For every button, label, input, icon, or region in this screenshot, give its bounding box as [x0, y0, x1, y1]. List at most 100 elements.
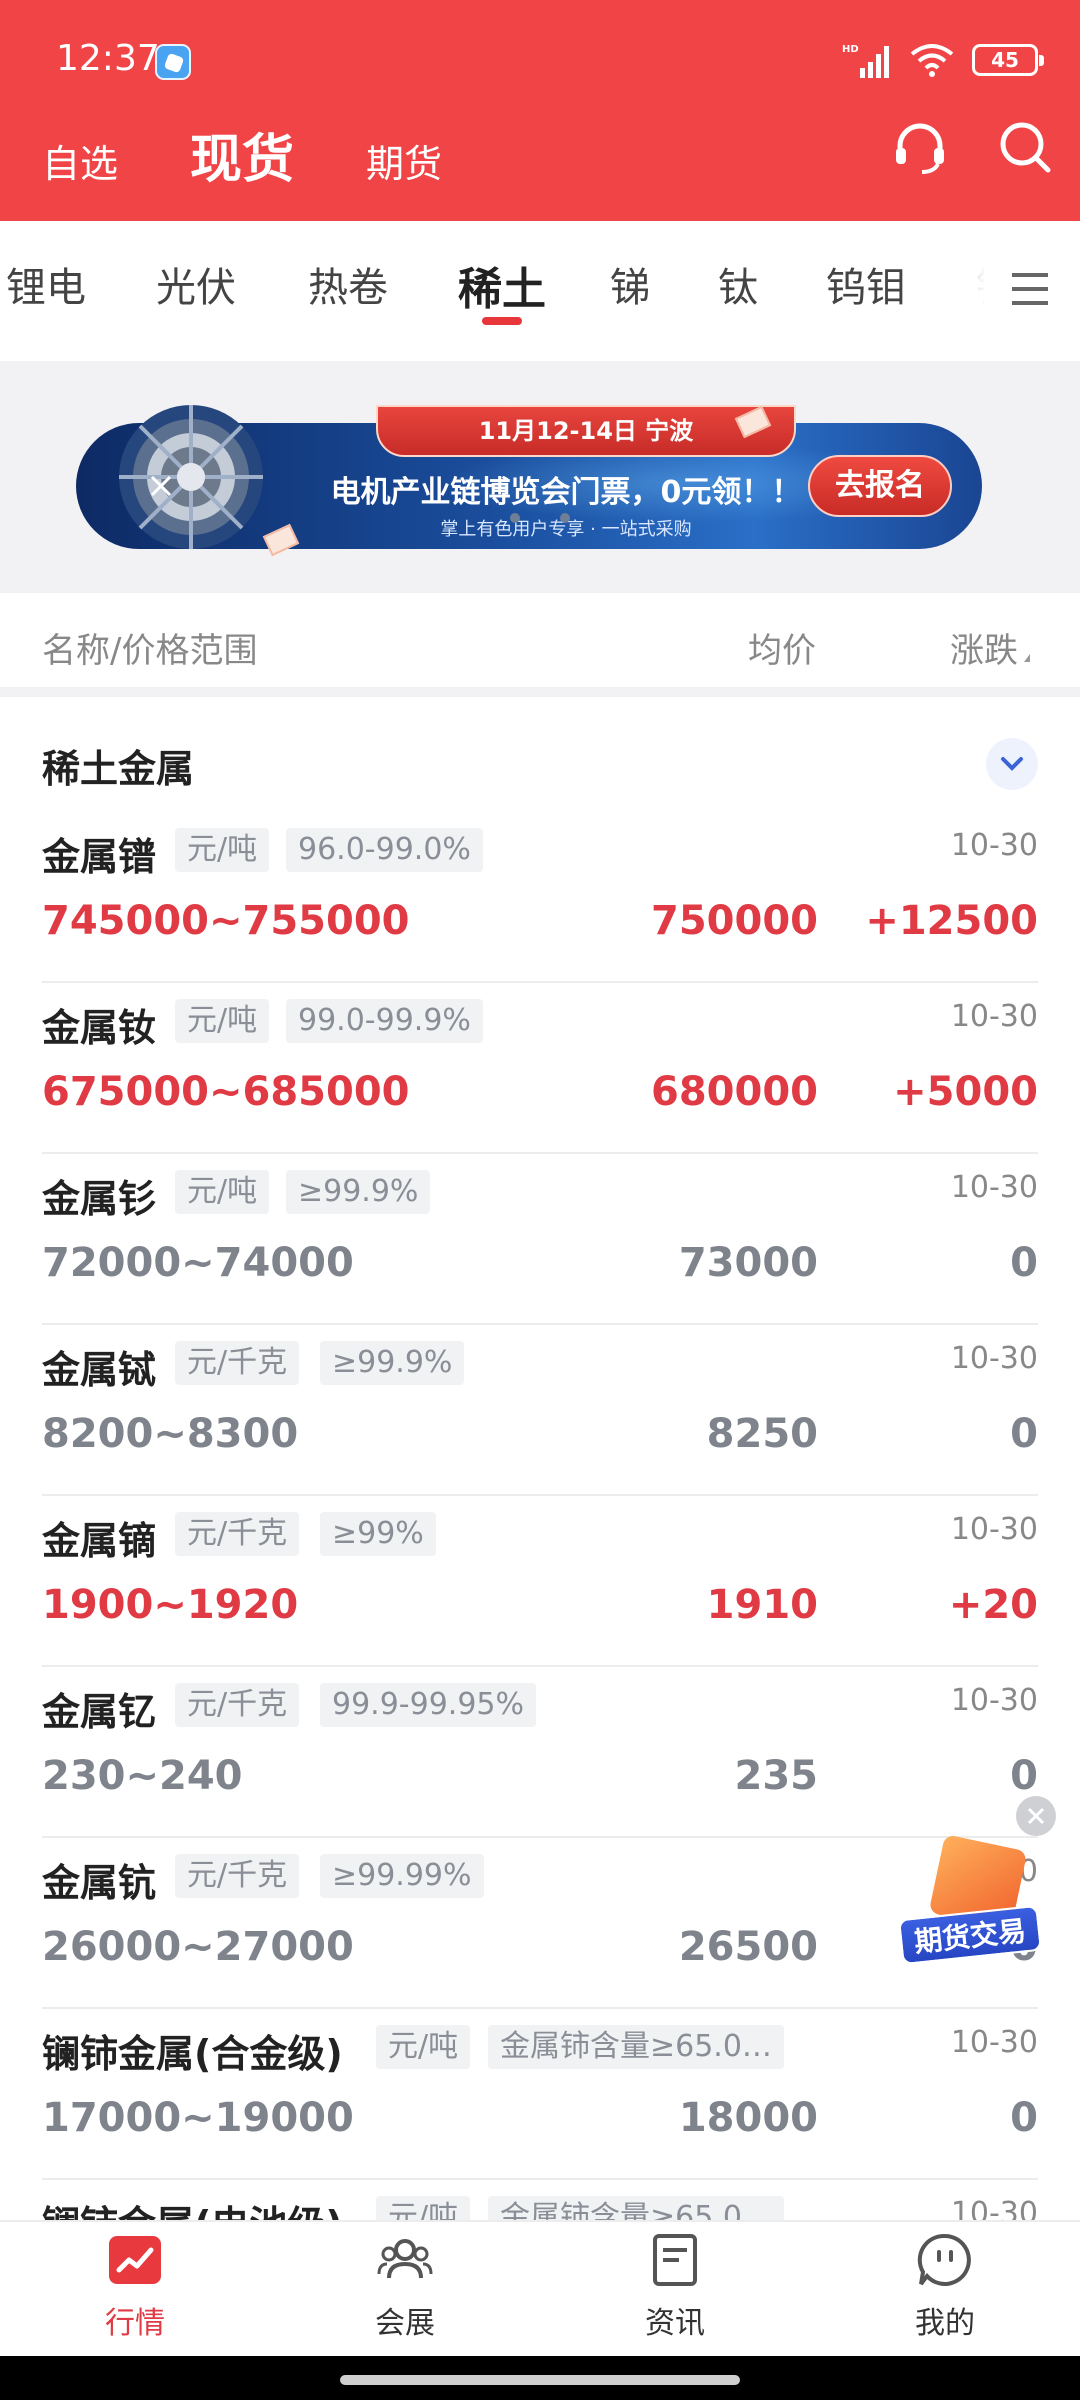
- promo-banner[interactable]: 11月12-14日 宁波 电机产业链博览会门票，0元领！！ 掌上有色用户专享 ·…: [76, 405, 982, 557]
- tab-futures[interactable]: 期货: [366, 133, 442, 188]
- section-header: 稀土金属: [0, 706, 1080, 816]
- column-change-label: 涨跌: [950, 631, 1018, 671]
- avg-price: 73000: [678, 1240, 818, 1286]
- product-name: 金属铽: [42, 1348, 157, 1392]
- tab-watchlist[interactable]: 自选: [42, 133, 118, 188]
- price-date: 10-30: [950, 1341, 1038, 1376]
- avg-price: 750000: [651, 898, 818, 944]
- price-date: 10-30: [950, 1683, 1038, 1718]
- unit-tag: 元/吨: [175, 1170, 270, 1214]
- status-time: 12:37: [56, 38, 160, 79]
- futures-trading-widget[interactable]: 期货交易: [897, 1834, 1043, 1972]
- table-row[interactable]: 金属钇 元/千克 99.9-99.95% 10-30 230~240 235 0: [42, 1667, 1038, 1838]
- register-button[interactable]: 去报名: [808, 455, 952, 517]
- avg-price: 26500: [678, 1924, 818, 1970]
- product-name: 金属镝: [42, 1519, 157, 1563]
- price-change: 0: [1010, 1411, 1038, 1457]
- spec-tag: ≥99%: [320, 1512, 436, 1556]
- table-row[interactable]: 金属钐 元/吨 ≥99.9% 10-30 72000~74000 73000 0: [42, 1154, 1038, 1325]
- price-date: 10-30: [950, 2025, 1038, 2060]
- price-change: 0: [1010, 2095, 1038, 2141]
- price-range: 230~240: [42, 1753, 243, 1799]
- avg-price: 18000: [678, 2095, 818, 2141]
- avg-price: 235: [734, 1753, 819, 1799]
- tab-titanium[interactable]: 钛: [718, 255, 758, 313]
- unit-tag: 元/吨: [376, 2196, 471, 2220]
- nav-label: 行情: [105, 2306, 165, 2341]
- close-icon[interactable]: [146, 471, 176, 501]
- bottom-navigation: 行情 会展 资讯 我的: [0, 2220, 1080, 2356]
- price-change: +5000: [893, 1069, 1038, 1115]
- spec-tag: ≥99.9%: [286, 1170, 431, 1214]
- unit-tag: 元/吨: [175, 999, 270, 1043]
- table-row[interactable]: 金属钕 元/吨 99.0-99.9% 10-30 675000~685000 6…: [42, 983, 1038, 1154]
- price-range: 675000~685000: [42, 1069, 410, 1115]
- price-change: +12500: [865, 898, 1038, 944]
- nav-label: 会展: [375, 2306, 435, 2341]
- sort-icon: [1024, 654, 1030, 662]
- price-change: 0: [1010, 1753, 1038, 1799]
- nav-news[interactable]: 资讯: [595, 2232, 755, 2342]
- active-tab-indicator: [482, 317, 522, 325]
- motor-illustration: [119, 405, 263, 549]
- battery-indicator: 45: [972, 44, 1044, 76]
- tab-lithium[interactable]: 锂电: [6, 255, 86, 313]
- product-name: 金属钐: [42, 1177, 157, 1221]
- status-indicators: HD 45: [842, 38, 1044, 82]
- table-row[interactable]: 金属钪 元/千克 ≥99.99% 10-30 26000~27000 26500…: [42, 1838, 1038, 2009]
- tab-tungsten-molybdenum[interactable]: 钨钼: [826, 255, 906, 313]
- avg-price: 8250: [706, 1411, 818, 1457]
- column-name-range: 名称/价格范围: [42, 631, 258, 671]
- spec-tag: 99.0-99.9%: [286, 999, 483, 1043]
- banner-ribbon-text: 11月12-14日 宁波: [478, 417, 694, 445]
- float-close-button[interactable]: [1016, 1796, 1056, 1836]
- avg-price: 680000: [651, 1069, 818, 1115]
- futures-trading-label: 期货交易: [897, 1904, 1043, 1966]
- tab-hot-coil[interactable]: 热卷: [308, 255, 388, 313]
- price-date: 10-30: [950, 999, 1038, 1034]
- home-gesture-bar[interactable]: [340, 2375, 740, 2385]
- battery-level: 45: [991, 48, 1019, 72]
- unit-tag: 元/吨: [175, 828, 270, 872]
- close-icon: [1027, 1807, 1045, 1825]
- table-row[interactable]: 镧铈金属(合金级) 元/吨 金属铈含量≥65.0… 10-30 17000~19…: [42, 2009, 1038, 2180]
- unit-tag: 元/千克: [175, 1512, 300, 1556]
- column-change[interactable]: 涨跌: [950, 623, 1030, 672]
- price-range: 1900~1920: [42, 1582, 299, 1628]
- tab-spot[interactable]: 现货: [190, 117, 294, 192]
- product-name: 金属钇: [42, 1690, 157, 1734]
- tab-antimony[interactable]: 锑: [610, 255, 650, 313]
- column-avg-price[interactable]: 均价: [748, 623, 816, 672]
- price-date: 10-30: [950, 828, 1038, 863]
- tab-photovoltaic[interactable]: 光伏: [156, 255, 236, 313]
- nav-market[interactable]: 行情: [55, 2232, 215, 2342]
- spec-tag: 金属铈含量≥65.0…: [488, 2025, 784, 2069]
- table-row[interactable]: 金属镨 元/吨 96.0-99.0% 10-30 745000~755000 7…: [42, 812, 1038, 983]
- document-icon: [653, 2234, 697, 2286]
- banner-pagination: [510, 513, 570, 523]
- nav-profile[interactable]: 我的: [865, 2232, 1025, 2342]
- table-row[interactable]: 镧铈金属(电池级) 元/吨 金属铈含量≥65.0… 10-30: [42, 2180, 1038, 2220]
- unit-tag: 元/吨: [376, 2025, 471, 2069]
- section-expand-button[interactable]: [986, 738, 1038, 790]
- price-table-header: 名称/价格范围 均价 涨跌: [0, 593, 1080, 697]
- banner-date-ribbon: 11月12-14日 宁波: [376, 405, 796, 457]
- menu-icon[interactable]: [1010, 269, 1050, 309]
- spec-tag: 96.0-99.0%: [286, 828, 483, 872]
- spec-tag: 金属铈含量≥65.0…: [488, 2196, 784, 2220]
- signal-icon: HD: [842, 44, 889, 78]
- unit-tag: 元/千克: [175, 1341, 300, 1385]
- search-icon[interactable]: [996, 118, 1056, 178]
- price-date: 10-30: [950, 1170, 1038, 1205]
- unit-tag: 元/千克: [175, 1854, 300, 1898]
- section-title: 稀土金属: [42, 747, 195, 791]
- tab-rare-earth[interactable]: 稀土: [458, 253, 546, 317]
- table-row[interactable]: 金属镝 元/千克 ≥99% 10-30 1900~1920 1910 +20: [42, 1496, 1038, 1667]
- table-row[interactable]: 金属铽 元/千克 ≥99.9% 10-30 8200~8300 8250 0: [42, 1325, 1038, 1496]
- promo-banner-area: 11月12-14日 宁波 电机产业链博览会门票，0元领！！ 掌上有色用户专享 ·…: [0, 361, 1080, 593]
- headset-icon[interactable]: [890, 118, 950, 178]
- nav-exhibition[interactable]: 会展: [325, 2232, 485, 2342]
- price-range: 72000~74000: [42, 1240, 354, 1286]
- people-icon: [377, 2239, 433, 2279]
- unit-tag: 元/千克: [175, 1683, 300, 1727]
